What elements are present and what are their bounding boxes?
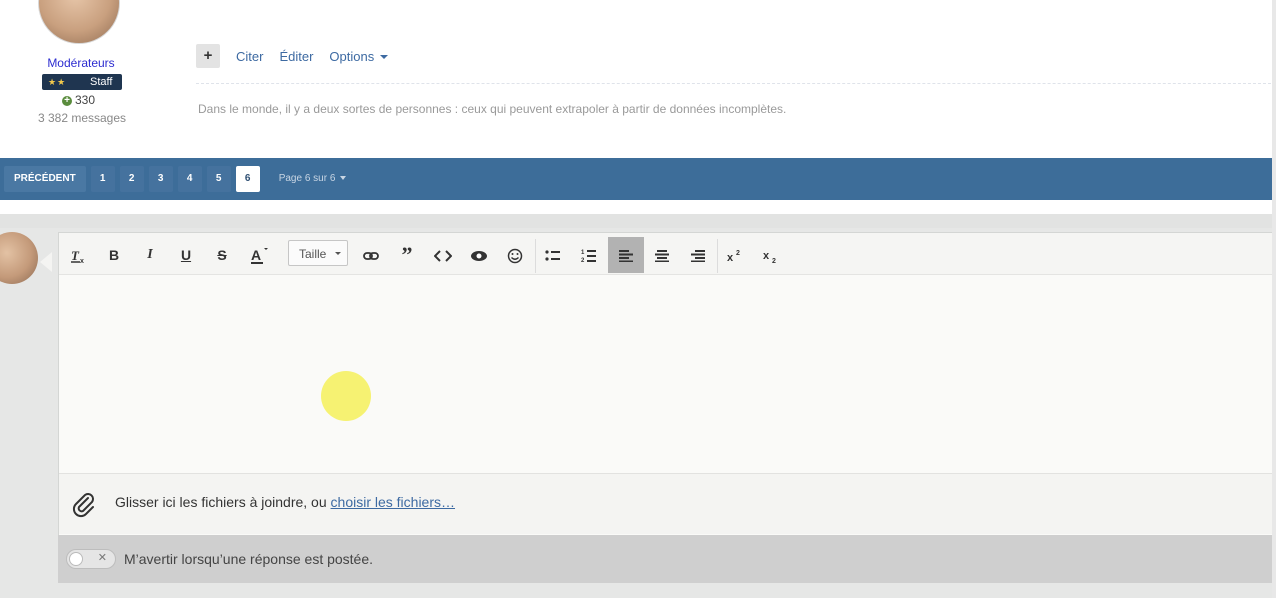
stars-icon: ★★ <box>48 77 67 87</box>
post-block: Modérateurs ★★ Staff +330 3 382 messages… <box>0 0 1276 158</box>
reputation: +330 <box>62 93 95 107</box>
align-left-icon[interactable] <box>608 237 644 273</box>
options-menu[interactable]: Options <box>329 48 389 64</box>
clear-format-icon[interactable]: Tx <box>61 237 95 273</box>
align-right-icon[interactable] <box>681 237 715 273</box>
font-size-label: Taille <box>299 247 327 261</box>
post-actions: + Citer Éditer Options <box>196 44 389 68</box>
chevron-down-icon <box>335 252 341 255</box>
post-divider <box>196 83 1276 84</box>
pagination: PRÉCÉDENT 1 2 3 4 5 6 Page 6 sur 6 <box>4 166 347 192</box>
author-avatar[interactable] <box>38 0 120 44</box>
options-label: Options <box>329 48 375 64</box>
notify-row: ✕ M’avertir lorsqu’une réponse est posté… <box>58 535 1276 583</box>
page-6-current[interactable]: 6 <box>235 166 260 192</box>
message-count: 3 382 messages <box>37 111 127 125</box>
emoji-icon[interactable] <box>498 237 532 273</box>
quote-link[interactable]: Citer <box>236 49 263 64</box>
avatar-pointer <box>40 252 52 272</box>
signature: Dans le monde, il y a deux sortes de per… <box>198 102 787 116</box>
align-center-icon[interactable] <box>645 237 679 273</box>
quote-icon[interactable]: ” <box>390 237 424 273</box>
paperclip-icon <box>72 493 94 518</box>
reply-area: Tx B I U S A Taille ” 1 2 x 2 x 2 Glisse… <box>0 214 1276 598</box>
italic-icon[interactable]: I <box>133 237 167 273</box>
code-icon[interactable] <box>426 237 460 273</box>
editor-text-area[interactable] <box>59 275 1273 473</box>
notify-toggle[interactable]: ✕ <box>66 549 116 569</box>
staff-badge-label: Staff <box>90 76 113 88</box>
page-indicator: Page 6 sur 6 <box>278 173 336 184</box>
underline-icon[interactable]: U <box>169 237 203 273</box>
chevron-down-icon <box>340 176 347 181</box>
svg-text:1: 1 <box>581 250 585 256</box>
superscript-icon[interactable]: x2 <box>718 237 752 273</box>
font-size-select[interactable]: Taille <box>288 240 348 266</box>
page-jump-menu[interactable]: Page 6 sur 6 <box>279 166 347 192</box>
window-edge <box>1272 0 1276 598</box>
cursor-highlight <box>321 371 371 421</box>
bullet-list-icon[interactable] <box>536 237 570 273</box>
text-color-icon[interactable]: A <box>241 237 275 273</box>
notify-label: M’avertir lorsqu’une réponse est postée. <box>124 551 374 567</box>
reputation-value: 330 <box>75 93 96 107</box>
pagination-bar: PRÉCÉDENT 1 2 3 4 5 6 Page 6 sur 6 <box>0 158 1272 200</box>
staff-badge: ★★ Staff <box>42 74 122 90</box>
page-2[interactable]: 2 <box>119 166 144 192</box>
subscript-icon[interactable]: x2 <box>754 237 788 273</box>
rich-text-editor: Tx B I U S A Taille ” 1 2 x 2 x 2 Glisse… <box>58 232 1274 551</box>
user-avatar[interactable] <box>0 232 38 284</box>
svg-text:2: 2 <box>581 258 585 264</box>
chevron-down-icon <box>380 55 389 60</box>
section-spacer <box>0 200 1276 214</box>
spoiler-icon[interactable] <box>462 237 496 273</box>
edit-link[interactable]: Éditer <box>279 49 313 64</box>
attachment-dropzone[interactable]: Glisser ici les fichiers à joindre, ou c… <box>59 473 1273 534</box>
bold-icon[interactable]: B <box>97 237 131 273</box>
page-3[interactable]: 3 <box>148 166 173 192</box>
reputation-plus-icon: + <box>62 95 72 106</box>
reply-strip <box>0 214 1276 228</box>
svg-text:T: T <box>71 248 80 263</box>
attachment-instruction: Glisser ici les fichiers à joindre, ou <box>115 494 331 510</box>
author-group[interactable]: Modérateurs <box>0 56 162 70</box>
page-4[interactable]: 4 <box>177 166 202 192</box>
editor-toolbar: Tx B I U S A Taille ” 1 2 x 2 x 2 <box>59 233 1273 275</box>
attachment-text: Glisser ici les fichiers à joindre, ou c… <box>115 494 455 510</box>
close-icon: ✕ <box>97 552 107 564</box>
svg-text:A: A <box>251 247 261 263</box>
svg-text:2: 2 <box>772 258 776 263</box>
multiquote-button[interactable]: + <box>196 44 220 68</box>
link-icon[interactable] <box>354 237 388 273</box>
previous-page-button[interactable]: PRÉCÉDENT <box>4 166 86 192</box>
svg-text:x: x <box>763 250 770 262</box>
toggle-knob <box>69 552 83 566</box>
page-5[interactable]: 5 <box>206 166 231 192</box>
page-1[interactable]: 1 <box>90 166 115 192</box>
svg-text:2: 2 <box>736 250 740 257</box>
choose-files-link[interactable]: choisir les fichiers… <box>331 494 455 510</box>
numbered-list-icon[interactable]: 12 <box>572 237 606 273</box>
svg-text:x: x <box>727 252 734 263</box>
svg-text:x: x <box>80 258 84 264</box>
strikethrough-icon[interactable]: S <box>205 237 239 273</box>
